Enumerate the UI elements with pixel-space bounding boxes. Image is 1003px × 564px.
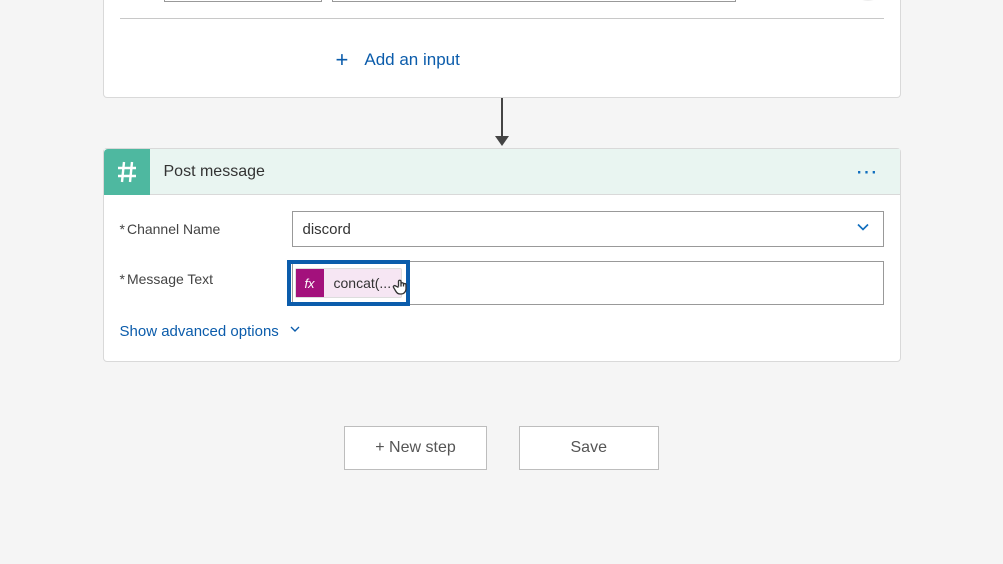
action-card: Post message ⋯ *Channel Name discord (103, 148, 901, 362)
cursor-hand-icon (391, 277, 411, 306)
advanced-options-label: Show advanced options (120, 323, 279, 340)
highlight-frame: fx concat(... (287, 260, 411, 306)
plus-icon: + (336, 47, 349, 73)
input-more-icon[interactable]: ⋯ (852, 0, 884, 1)
add-input-label: Add an input (364, 50, 459, 70)
action-header[interactable]: Post message ⋯ (104, 149, 900, 195)
slack-hash-icon (104, 149, 150, 195)
channel-name-value: discord (303, 221, 351, 238)
show-advanced-options[interactable]: Show advanced options (120, 321, 884, 341)
input-description-field[interactable]: Please enter your email (332, 0, 736, 2)
fx-icon: fx (296, 269, 324, 297)
chevron-down-icon (853, 217, 873, 241)
channel-name-label: *Channel Name (120, 221, 292, 237)
channel-name-select[interactable]: discord (292, 211, 884, 247)
chevron-down-icon (287, 321, 303, 341)
channel-name-row: *Channel Name discord (120, 211, 884, 247)
action-more-icon[interactable]: ⋯ (848, 159, 888, 185)
message-text-row: *Message Text fx concat(... (120, 261, 884, 305)
expression-token[interactable]: fx concat(... (295, 268, 403, 298)
action-title: Post message (164, 163, 265, 181)
connector-arrow (495, 98, 509, 148)
new-step-button[interactable]: + New step (344, 426, 486, 470)
message-text-input[interactable]: fx concat(... (292, 261, 884, 305)
save-button[interactable]: Save (519, 426, 659, 470)
add-input-button[interactable]: + Add an input (120, 23, 884, 97)
footer-actions: + New step Save (0, 426, 1003, 470)
divider (120, 18, 884, 19)
trigger-card: AA Inputs Please enter your email ⋯ + Ad… (103, 0, 901, 98)
expression-text: concat(... (324, 275, 402, 291)
message-text-label: *Message Text (120, 261, 292, 287)
trigger-input-row: AA Inputs Please enter your email ⋯ (120, 0, 884, 14)
input-name-field[interactable]: Inputs (164, 0, 322, 2)
